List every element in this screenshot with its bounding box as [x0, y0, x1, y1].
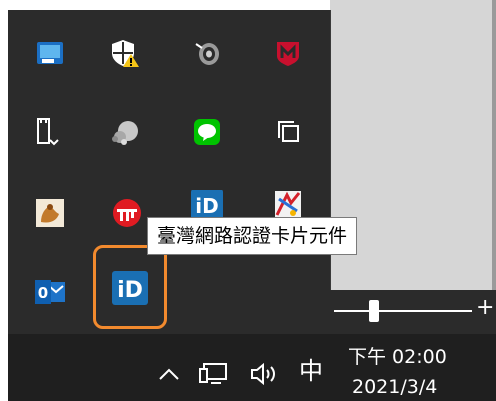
- selected-icon-highlight: [93, 245, 167, 329]
- id-card-icon[interactable]: iD: [187, 190, 227, 220]
- hand-app-icon[interactable]: [30, 193, 70, 233]
- id-card-icon-label: iD: [195, 194, 218, 218]
- show-hidden-icons-button[interactable]: [158, 364, 180, 384]
- red-circle-app-icon[interactable]: [107, 193, 147, 233]
- outlook-icon[interactable]: 0: [30, 272, 70, 312]
- network-icon[interactable]: [199, 361, 229, 391]
- tooltip: 臺灣網路認證卡片元件: [147, 217, 358, 255]
- colorful-app-icon[interactable]: [268, 188, 308, 220]
- chevron-up-icon: [159, 368, 179, 380]
- outlook-icon-label: 0: [38, 284, 48, 302]
- cloud-sync-icon[interactable]: [105, 112, 145, 152]
- line-chat-icon[interactable]: [187, 112, 227, 152]
- speaker-icon[interactable]: [187, 33, 227, 73]
- window-edge: [492, 0, 496, 340]
- usb-safely-remove-icon[interactable]: [25, 112, 65, 152]
- clock-time[interactable]: 下午 02:00: [348, 346, 447, 368]
- windows-security-warning-icon[interactable]: [105, 33, 145, 73]
- intel-graphics-icon[interactable]: [30, 33, 70, 73]
- ime-indicator[interactable]: 中: [299, 356, 323, 386]
- window-background: [330, 0, 496, 340]
- clock-date[interactable]: 2021/3/4: [352, 376, 437, 398]
- volume-icon[interactable]: [250, 362, 282, 390]
- plus-icon: +: [476, 295, 495, 320]
- mcafee-icon[interactable]: [268, 33, 308, 73]
- volume-slider-thumb[interactable]: [369, 300, 379, 322]
- volume-flyout: [330, 290, 496, 334]
- volume-slider-track[interactable]: [334, 310, 472, 312]
- copy-windows-icon[interactable]: [268, 112, 308, 152]
